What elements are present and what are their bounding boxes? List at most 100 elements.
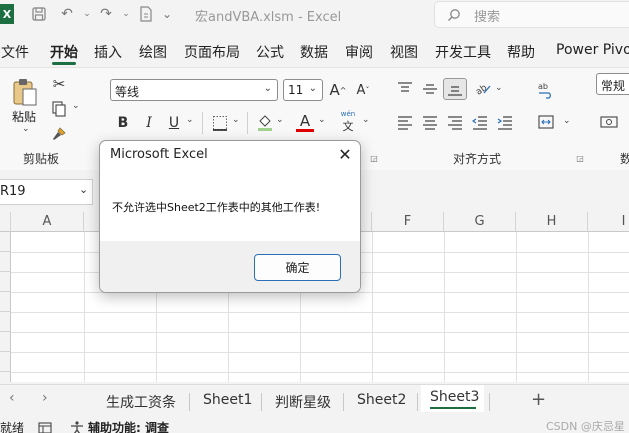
- tab-developer[interactable]: 开发工具: [435, 42, 491, 62]
- align-top-icon[interactable]: [396, 80, 414, 98]
- file-icon[interactable]: [137, 5, 155, 23]
- tab-draw[interactable]: 绘图: [139, 42, 167, 62]
- cut-icon[interactable]: ✂: [50, 75, 68, 93]
- row-header[interactable]: [0, 272, 11, 292]
- tab-data[interactable]: 数据: [300, 42, 328, 62]
- ok-button[interactable]: 确定: [254, 254, 341, 281]
- fill-color-dropdown-icon[interactable]: ⌄: [276, 115, 284, 125]
- customize-toolbar-icon[interactable]: ⌄: [158, 5, 176, 23]
- divider: [489, 393, 490, 411]
- borders-icon[interactable]: [211, 114, 229, 132]
- underline-dropdown-icon[interactable]: ⌄: [186, 115, 194, 125]
- fill-color-icon[interactable]: [256, 112, 274, 132]
- sheet-tab-active[interactable]: Sheet3: [430, 389, 479, 405]
- grid-line: [11, 352, 629, 353]
- tab-power-pivot[interactable]: Power Pivot: [556, 42, 629, 58]
- tab-home[interactable]: 开始: [50, 42, 78, 62]
- redo-dropdown-icon[interactable]: ⌄: [117, 5, 135, 23]
- close-icon[interactable]: ✕: [334, 143, 356, 165]
- italic-button[interactable]: I: [140, 114, 158, 132]
- decrease-font-size-icon[interactable]: Aˇ: [353, 80, 373, 100]
- tab-help[interactable]: 帮助: [507, 42, 535, 62]
- window-title: 宏andVBA.xlsm - Excel: [195, 10, 342, 25]
- active-sheet-indicator: [430, 407, 476, 409]
- accounting-format-icon[interactable]: [599, 113, 621, 131]
- grid-line: [11, 372, 629, 373]
- sheet-tab[interactable]: Sheet2: [357, 392, 406, 408]
- undo-icon[interactable]: ↶: [58, 5, 76, 23]
- page-view-icon[interactable]: [38, 419, 52, 433]
- font-name-select[interactable]: 等线 ⌄: [110, 79, 278, 101]
- number-format-select[interactable]: 常规: [596, 73, 629, 95]
- sheet-tab[interactable]: 生成工资条: [106, 392, 176, 412]
- tab-page-layout[interactable]: 页面布局: [184, 42, 240, 62]
- row-header[interactable]: [0, 372, 11, 382]
- align-middle-icon[interactable]: [421, 80, 439, 98]
- align-right-icon[interactable]: [446, 114, 464, 132]
- wrap-text-icon[interactable]: ab: [537, 80, 555, 100]
- sheet-tab[interactable]: 判断星级: [275, 392, 331, 412]
- paste-label[interactable]: 粘贴: [12, 108, 36, 125]
- paste-dropdown-icon[interactable]: ⌄: [22, 124, 30, 134]
- column-header[interactable]: G: [444, 212, 516, 232]
- font-color-icon[interactable]: A: [296, 111, 314, 131]
- tab-view[interactable]: 视图: [390, 42, 418, 62]
- merge-dropdown-icon[interactable]: ⌄: [563, 116, 571, 126]
- font-color-dropdown-icon[interactable]: ⌄: [318, 115, 326, 125]
- add-sheet-button[interactable]: +: [531, 389, 546, 410]
- align-bottom-icon[interactable]: [443, 78, 467, 100]
- redo-icon[interactable]: ↷: [97, 5, 115, 23]
- row-header[interactable]: [0, 332, 11, 352]
- chevron-down-icon: ⌄: [79, 183, 89, 196]
- accessibility-status[interactable]: 辅助功能: 调查: [88, 419, 169, 433]
- save-icon[interactable]: [30, 5, 48, 23]
- paste-icon[interactable]: [10, 76, 40, 108]
- orientation-dropdown-icon[interactable]: ⌄: [495, 83, 503, 93]
- phonetic-guide-icon[interactable]: wén 文: [338, 110, 358, 133]
- tab-formulas[interactable]: 公式: [256, 42, 284, 62]
- row-header[interactable]: [0, 312, 11, 332]
- excel-logo-icon: X: [0, 4, 14, 24]
- accessibility-icon[interactable]: [70, 419, 84, 433]
- column-header[interactable]: A: [11, 212, 84, 232]
- grid-line: [11, 312, 629, 313]
- orientation-icon[interactable]: ab: [474, 80, 492, 98]
- copy-dropdown-icon[interactable]: ⌄: [72, 101, 80, 111]
- tab-file[interactable]: 文件: [1, 42, 29, 62]
- sheet-tab[interactable]: Sheet1: [203, 392, 252, 408]
- align-center-icon[interactable]: [421, 114, 439, 132]
- bold-button[interactable]: B: [114, 114, 132, 132]
- undo-dropdown-icon[interactable]: ⌄: [78, 5, 96, 23]
- row-header[interactable]: [0, 292, 11, 312]
- alignment-dialog-launcher-icon[interactable]: ◲: [575, 153, 585, 163]
- divider: [261, 393, 262, 411]
- decrease-indent-icon[interactable]: [471, 114, 489, 132]
- increase-font-size-icon[interactable]: A ^: [328, 80, 348, 100]
- increase-indent-icon[interactable]: [496, 114, 514, 132]
- borders-dropdown-icon[interactable]: ⌄: [232, 115, 240, 125]
- column-header[interactable]: I: [588, 212, 629, 232]
- font-dialog-launcher-icon[interactable]: ◲: [369, 153, 379, 163]
- search-box[interactable]: [434, 1, 629, 28]
- copy-icon[interactable]: [50, 100, 68, 118]
- row-header[interactable]: [0, 352, 11, 372]
- number-format-value: 常规: [601, 79, 626, 93]
- chevron-right-icon[interactable]: ›: [42, 390, 48, 406]
- column-header[interactable]: H: [516, 212, 588, 232]
- name-box[interactable]: R19 ⌄: [0, 179, 93, 205]
- row-header[interactable]: [0, 252, 11, 272]
- underline-button[interactable]: U: [165, 114, 183, 132]
- active-tab-indicator: [52, 62, 76, 65]
- format-painter-icon[interactable]: [50, 125, 68, 143]
- merge-center-icon[interactable]: [537, 113, 555, 131]
- row-header[interactable]: [0, 232, 11, 252]
- font-size-select[interactable]: 11 ⌄: [283, 79, 323, 101]
- tab-review[interactable]: 审阅: [345, 42, 373, 62]
- tab-insert[interactable]: 插入: [94, 42, 122, 62]
- phonetic-dropdown-icon[interactable]: ⌄: [362, 115, 370, 125]
- select-all-corner[interactable]: [0, 212, 11, 232]
- chevron-left-icon[interactable]: ‹: [9, 390, 15, 406]
- align-left-icon[interactable]: [396, 114, 414, 132]
- column-header[interactable]: F: [372, 212, 444, 232]
- divider: [417, 393, 418, 411]
